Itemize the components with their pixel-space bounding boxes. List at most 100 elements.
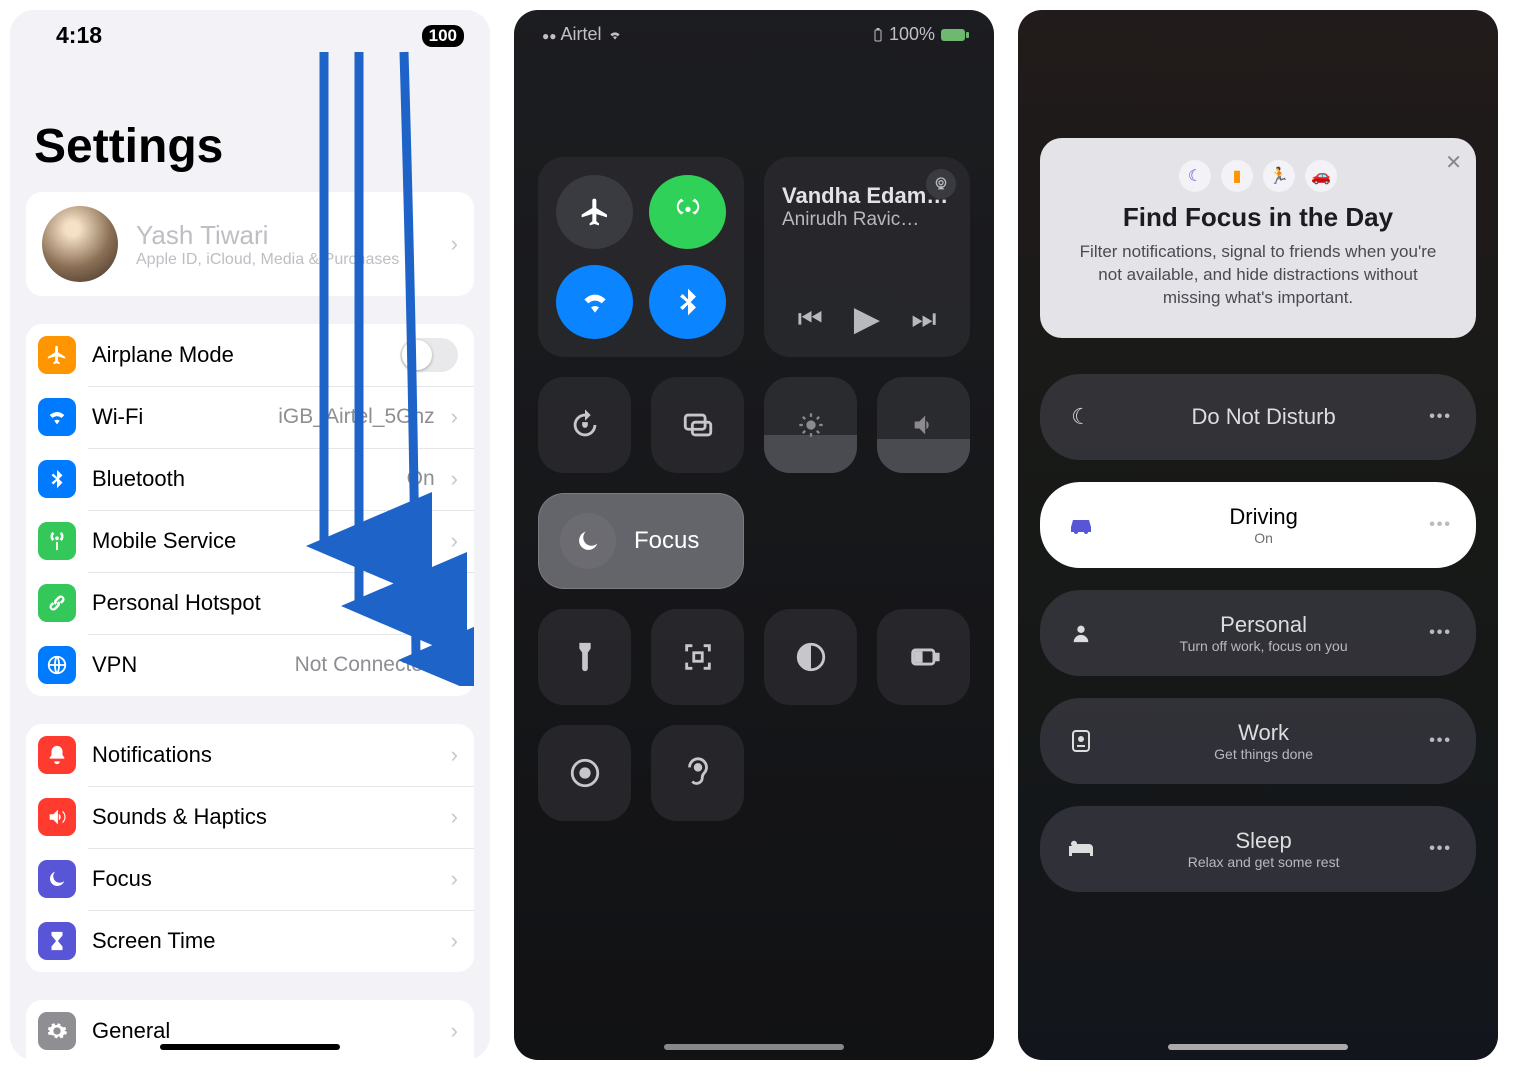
apple-id-row[interactable]: Yash Tiwari Apple ID, iCloud, Media & Pu…	[26, 192, 474, 296]
focus-label: Focus	[92, 866, 435, 892]
focus-modes-screen: ✕ ☾ ▮ 🏃 🚗 Find Focus in the Day Filter n…	[1018, 10, 1498, 1060]
bluetooth-row[interactable]: Bluetooth On ›	[26, 448, 474, 510]
play-button[interactable]: ▶	[854, 299, 880, 339]
more-icon[interactable]: •••	[1429, 624, 1452, 642]
bell-icon	[38, 736, 76, 774]
promo-icons: ☾ ▮ 🏃 🚗	[1068, 160, 1448, 192]
focus-row[interactable]: Focus ›	[26, 848, 474, 910]
general-row[interactable]: General ›	[26, 1000, 474, 1060]
rewind-button[interactable]: ⏮	[798, 303, 823, 336]
book-icon: ▮	[1221, 160, 1253, 192]
focus-control-label: Focus	[634, 527, 699, 555]
sounds-label: Sounds & Haptics	[92, 804, 435, 830]
mode-title: Work	[1120, 720, 1407, 746]
media-tile[interactable]: Vandha Edam… Anirudh Ravic… ⏮ ▶ ⏭	[764, 157, 970, 357]
link-icon	[38, 584, 76, 622]
battery-indicator: 100	[422, 25, 464, 47]
more-icon[interactable]: •••	[1429, 732, 1452, 750]
focus-mode-work[interactable]: Work Get things done •••	[1040, 698, 1476, 784]
cc-wifi-button[interactable]	[556, 265, 633, 339]
cc-cellular-button[interactable]	[649, 175, 726, 249]
chevron-right-icon: ›	[451, 231, 458, 257]
promo-title: Find Focus in the Day	[1068, 202, 1448, 233]
focus-control[interactable]: Focus	[538, 493, 744, 589]
car-icon	[1064, 515, 1098, 535]
globe-icon	[38, 646, 76, 684]
home-indicator[interactable]	[664, 1044, 844, 1050]
airplane-label: Airplane Mode	[92, 342, 384, 368]
wifi-row[interactable]: Wi-Fi iGB_Airtel_5Ghz ›	[26, 386, 474, 448]
vpn-label: VPN	[92, 652, 279, 678]
status-right: 100	[410, 22, 464, 49]
moon-icon: ☾	[1064, 404, 1098, 430]
chevron-right-icon: ›	[451, 652, 458, 678]
focus-mode-sleep[interactable]: Sleep Relax and get some rest •••	[1040, 806, 1476, 892]
more-icon[interactable]: •••	[1429, 408, 1452, 426]
profile-sub: Apple ID, iCloud, Media & Purchases	[136, 251, 433, 269]
mobile-service-row[interactable]: Mobile Service ›	[26, 510, 474, 572]
status-carrier: ●● Airtel	[542, 24, 623, 45]
screen-record-button[interactable]	[538, 725, 631, 821]
status-time: 4:18	[56, 22, 102, 49]
hearing-button[interactable]	[651, 725, 744, 821]
sounds-row[interactable]: Sounds & Haptics ›	[26, 786, 474, 848]
wifi-label: Wi-Fi	[92, 404, 262, 430]
mode-title: Sleep	[1120, 828, 1407, 854]
close-icon[interactable]: ✕	[1445, 150, 1462, 175]
control-center-screen: ●● Airtel 100% Vandha Edam… Anirudh Ravi…	[514, 10, 994, 1060]
mode-title: Do Not Disturb	[1120, 404, 1407, 430]
mode-sub: On	[1120, 530, 1407, 546]
focus-mode-personal[interactable]: Personal Turn off work, focus on you •••	[1040, 590, 1476, 676]
bed-icon	[1064, 840, 1098, 858]
flashlight-button[interactable]	[538, 609, 631, 705]
mode-title: Personal	[1120, 612, 1407, 638]
hourglass-icon	[38, 922, 76, 960]
hotspot-label: Personal Hotspot	[92, 590, 391, 616]
chevron-right-icon: ›	[451, 804, 458, 830]
more-icon[interactable]: •••	[1429, 516, 1452, 534]
dark-mode-button[interactable]	[764, 609, 857, 705]
focus-mode-dnd[interactable]: ☾ Do Not Disturb •••	[1040, 374, 1476, 460]
home-indicator[interactable]	[1168, 1044, 1348, 1050]
person-icon	[1064, 622, 1098, 644]
orientation-lock-button[interactable]	[538, 377, 631, 473]
forward-button[interactable]: ⏭	[911, 303, 936, 336]
notifications-label: Notifications	[92, 742, 435, 768]
connectivity-group: Airplane Mode Wi-Fi iGB_Airtel_5Ghz › Bl…	[26, 324, 474, 696]
brightness-slider[interactable]	[764, 377, 857, 473]
running-icon: 🏃	[1263, 160, 1295, 192]
connectivity-tile	[538, 157, 744, 357]
more-icon[interactable]: •••	[1429, 840, 1452, 858]
vpn-row[interactable]: VPN Not Connected ›	[26, 634, 474, 696]
airplane-mode-row[interactable]: Airplane Mode	[26, 324, 474, 386]
status-battery: 100%	[872, 24, 970, 45]
focus-mode-driving[interactable]: Driving On •••	[1040, 482, 1476, 568]
home-indicator[interactable]	[160, 1044, 340, 1050]
low-power-button[interactable]	[877, 609, 970, 705]
notifications-row[interactable]: Notifications ›	[26, 724, 474, 786]
general-label: General	[92, 1018, 435, 1044]
profile-card: Yash Tiwari Apple ID, iCloud, Media & Pu…	[26, 192, 474, 296]
notifications-group: Notifications › Sounds & Haptics › Focus…	[26, 724, 474, 972]
airplay-icon[interactable]	[926, 169, 956, 199]
screen-mirroring-button[interactable]	[651, 377, 744, 473]
settings-screen: 4:18 100 Settings Yash Tiwari Apple ID, …	[10, 10, 490, 1060]
profile-name: Yash Tiwari	[136, 220, 433, 251]
page-title: Settings	[10, 53, 490, 192]
hotspot-row[interactable]: Personal Hotspot Off ›	[26, 572, 474, 634]
status-bar: ●● Airtel 100%	[514, 10, 994, 45]
qr-scanner-button[interactable]	[651, 609, 744, 705]
badge-icon	[1064, 729, 1098, 753]
airplane-toggle[interactable]	[400, 338, 458, 372]
mobile-label: Mobile Service	[92, 528, 435, 554]
screentime-row[interactable]: Screen Time ›	[26, 910, 474, 972]
mode-sub: Relax and get some rest	[1120, 854, 1407, 870]
cc-bluetooth-button[interactable]	[649, 265, 726, 339]
chevron-right-icon: ›	[451, 590, 458, 616]
volume-slider[interactable]	[877, 377, 970, 473]
airplane-icon	[38, 336, 76, 374]
chevron-right-icon: ›	[451, 928, 458, 954]
chevron-right-icon: ›	[451, 866, 458, 892]
moon-icon	[560, 513, 616, 569]
cc-airplane-button[interactable]	[556, 175, 633, 249]
